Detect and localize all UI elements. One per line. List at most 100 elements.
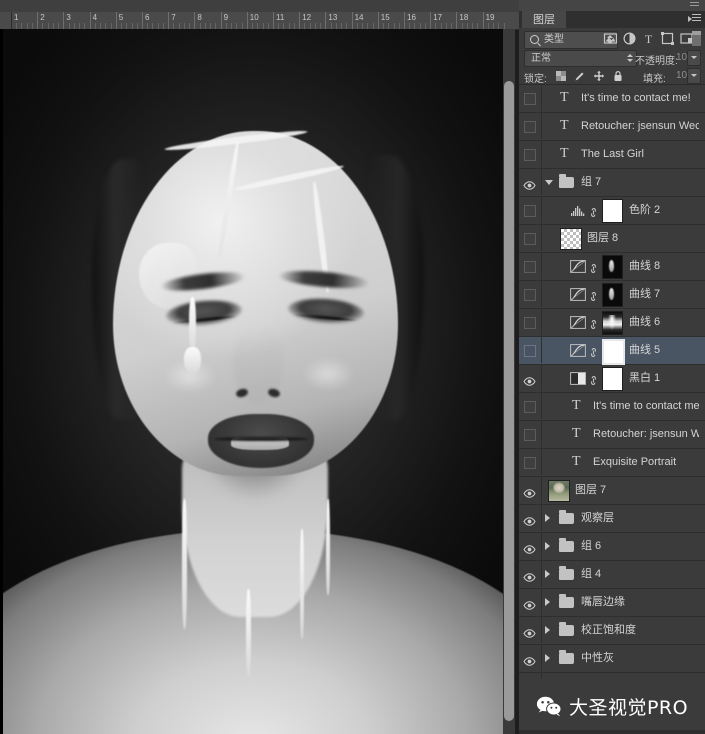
- layer-visibility-toggle[interactable]: [519, 365, 542, 391]
- scrollbar-thumb[interactable]: [504, 81, 514, 721]
- link-icon[interactable]: [590, 289, 597, 301]
- link-icon[interactable]: [590, 205, 597, 217]
- lock-all-icon[interactable]: [612, 69, 624, 81]
- lock-position-icon[interactable]: [593, 69, 605, 82]
- layer-row[interactable]: 中性灰: [519, 645, 705, 673]
- layer-visibility-toggle[interactable]: [519, 141, 542, 167]
- layer-row[interactable]: 图层 7: [519, 477, 705, 505]
- panel-menu-icon[interactable]: [688, 14, 701, 25]
- adjustment-thumbnail[interactable]: [570, 288, 586, 301]
- eye-icon[interactable]: [523, 373, 536, 386]
- layer-row[interactable]: T It's time to contact me!: [519, 85, 705, 113]
- ruler-origin-box[interactable]: [0, 12, 12, 29]
- layer-row[interactable]: T Exquisite Portrait: [519, 449, 705, 477]
- layer-row[interactable]: 图层 8: [519, 225, 705, 253]
- layer-row[interactable]: T The Last Girl: [519, 141, 705, 169]
- link-icon[interactable]: [590, 373, 597, 385]
- layer-row[interactable]: T It's time to contact me! …: [519, 393, 705, 421]
- lock-image-pixels-icon[interactable]: [574, 69, 586, 81]
- group-disclosure-icon[interactable]: [545, 654, 550, 662]
- layer-row[interactable]: T Retoucher: jsensun Wech…: [519, 113, 705, 141]
- layer-visibility-toggle[interactable]: [519, 505, 542, 531]
- link-icon[interactable]: [590, 345, 597, 357]
- layer-visibility-toggle[interactable]: [519, 449, 542, 475]
- collapse-dock-icon[interactable]: [690, 2, 699, 9]
- eye-icon-off[interactable]: [524, 121, 536, 133]
- layer-visibility-toggle[interactable]: [519, 225, 542, 251]
- group-disclosure-icon[interactable]: [545, 626, 550, 634]
- layer-visibility-toggle[interactable]: [519, 477, 542, 503]
- filter-pixel-icon[interactable]: [603, 31, 618, 46]
- layer-thumbnail[interactable]: [560, 228, 582, 250]
- adjustment-thumbnail[interactable]: [570, 372, 586, 385]
- filter-shape-icon[interactable]: [660, 31, 675, 46]
- layer-row[interactable]: 曲线 7: [519, 281, 705, 309]
- eye-icon-off[interactable]: [524, 261, 536, 273]
- eye-icon-off[interactable]: [524, 93, 536, 105]
- layer-visibility-toggle[interactable]: [519, 197, 542, 223]
- layer-mask-thumbnail[interactable]: [602, 311, 623, 335]
- adjustment-thumbnail[interactable]: [570, 344, 586, 357]
- layer-row[interactable]: 嘴唇边缘: [519, 589, 705, 617]
- eye-icon-off[interactable]: [524, 289, 536, 301]
- layer-visibility-toggle[interactable]: [519, 85, 542, 111]
- layer-mask-thumbnail[interactable]: [602, 339, 625, 365]
- layer-row[interactable]: 观察层: [519, 505, 705, 533]
- layer-visibility-toggle[interactable]: [519, 253, 542, 279]
- lock-transparent-pixels-icon[interactable]: [555, 69, 567, 81]
- layer-row[interactable]: 组 4: [519, 561, 705, 589]
- canvas-image[interactable]: [0, 29, 505, 734]
- eye-icon-off[interactable]: [524, 205, 536, 217]
- eye-icon-off[interactable]: [524, 233, 536, 245]
- layer-visibility-toggle[interactable]: [519, 113, 542, 139]
- eye-icon[interactable]: [523, 625, 536, 638]
- adjustment-thumbnail[interactable]: [570, 260, 586, 273]
- layer-visibility-toggle[interactable]: [519, 645, 542, 671]
- eye-icon[interactable]: [523, 177, 536, 190]
- horizontal-ruler[interactable]: 1 2 3 4 5 6 7 8 9 10 11 12 13 14 15 16 17 18 19: [0, 12, 519, 30]
- link-icon[interactable]: [590, 317, 597, 329]
- layer-visibility-toggle[interactable]: [519, 589, 542, 615]
- group-disclosure-icon[interactable]: [545, 598, 550, 606]
- eye-icon-off[interactable]: [524, 401, 536, 413]
- eye-icon-off[interactable]: [524, 457, 536, 469]
- eye-icon[interactable]: [523, 513, 536, 526]
- eye-icon[interactable]: [523, 653, 536, 666]
- layer-visibility-toggle[interactable]: [519, 169, 542, 195]
- layer-visibility-toggle[interactable]: [519, 533, 542, 559]
- fill-stepper[interactable]: [687, 68, 701, 84]
- layer-visibility-toggle[interactable]: [519, 337, 542, 363]
- group-disclosure-icon[interactable]: [545, 180, 553, 185]
- layer-visibility-toggle[interactable]: [519, 421, 542, 447]
- eye-icon[interactable]: [523, 569, 536, 582]
- layer-mask-thumbnail[interactable]: [602, 367, 623, 391]
- eye-icon[interactable]: [523, 541, 536, 554]
- layer-row[interactable]: 曲线 6: [519, 309, 705, 337]
- layer-visibility-toggle[interactable]: [519, 281, 542, 307]
- group-disclosure-icon[interactable]: [545, 570, 550, 578]
- eye-icon-off[interactable]: [524, 429, 536, 441]
- layer-row[interactable]: 曲线 5: [519, 337, 705, 365]
- eye-icon[interactable]: [523, 597, 536, 610]
- layer-row[interactable]: 组 6: [519, 533, 705, 561]
- layer-mask-thumbnail[interactable]: [602, 255, 623, 279]
- adjustment-thumbnail[interactable]: [570, 204, 586, 217]
- layer-visibility-toggle[interactable]: [519, 617, 542, 643]
- group-disclosure-icon[interactable]: [545, 514, 550, 522]
- layer-row[interactable]: 组 7: [519, 169, 705, 197]
- layer-visibility-toggle[interactable]: [519, 393, 542, 419]
- eye-icon-off[interactable]: [524, 345, 536, 357]
- link-icon[interactable]: [590, 261, 597, 273]
- tab-layers[interactable]: 图层: [522, 11, 566, 28]
- layer-row[interactable]: 色阶 2: [519, 197, 705, 225]
- canvas-vertical-scrollbar[interactable]: [503, 29, 515, 734]
- eye-icon-off[interactable]: [524, 317, 536, 329]
- eye-icon-off[interactable]: [524, 149, 536, 161]
- blend-mode-select[interactable]: 正常: [524, 50, 637, 67]
- adjustment-thumbnail[interactable]: [570, 316, 586, 329]
- layer-visibility-toggle[interactable]: [519, 561, 542, 587]
- layer-row[interactable]: 黑白 1: [519, 365, 705, 393]
- eye-icon[interactable]: [523, 485, 536, 498]
- layer-row[interactable]: 曲线 8: [519, 253, 705, 281]
- panel-dock-header[interactable]: [519, 0, 705, 11]
